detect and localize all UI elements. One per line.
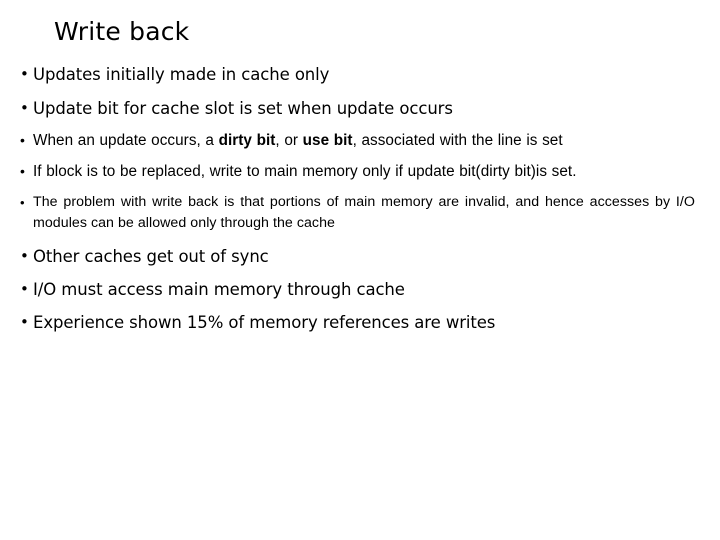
bullet-icon: • xyxy=(20,313,29,331)
text-segment-after: , associated with the line is set xyxy=(352,132,563,149)
bullet-icon: • xyxy=(20,195,25,210)
list-item-label: Updates initially made in cache only xyxy=(33,65,330,84)
text-segment-middle: , or xyxy=(275,132,303,149)
bullet-list: • Updates initially made in cache only •… xyxy=(16,58,706,339)
list-item-label: When an update occurs, a dirty bit, or u… xyxy=(33,130,695,152)
slide: Write back • Updates initially made in c… xyxy=(0,0,720,540)
list-item-label: Update bit for cache slot is set when up… xyxy=(33,99,453,118)
bullet-icon: • xyxy=(20,247,29,265)
list-item-label: If block is to be replaced, write to mai… xyxy=(33,162,577,180)
bullet-icon: • xyxy=(20,99,29,117)
list-item: • I/O must access main memory through ca… xyxy=(16,273,706,306)
bullet-icon: • xyxy=(20,65,29,83)
bullet-icon: • xyxy=(20,280,29,298)
list-item-label: Other caches get out of sync xyxy=(33,247,269,266)
bullet-icon: • xyxy=(20,162,25,179)
list-item-label: The problem with write back is that port… xyxy=(33,194,695,231)
list-item-label: Experience shown 15% of memory reference… xyxy=(33,313,496,332)
text-segment-bold-dirty-bit: dirty bit xyxy=(218,132,276,149)
list-item: • Other caches get out of sync xyxy=(16,240,706,273)
list-item: • When an update occurs, a dirty bit, or… xyxy=(16,130,695,152)
list-item: • The problem with write back is that po… xyxy=(16,192,695,234)
list-item: • Updates initially made in cache only xyxy=(16,58,706,91)
list-item: • Experience shown 15% of memory referen… xyxy=(16,306,706,339)
list-item-label: I/O must access main memory through cach… xyxy=(33,280,405,299)
page-title: Write back xyxy=(54,17,190,46)
list-item: • If block is to be replaced, write to m… xyxy=(16,161,695,183)
list-item: • Update bit for cache slot is set when … xyxy=(16,92,706,125)
text-segment-before: When an update occurs, a xyxy=(33,132,219,149)
text-segment-bold-use-bit: use bit xyxy=(302,132,353,149)
bullet-icon: • xyxy=(20,132,25,148)
